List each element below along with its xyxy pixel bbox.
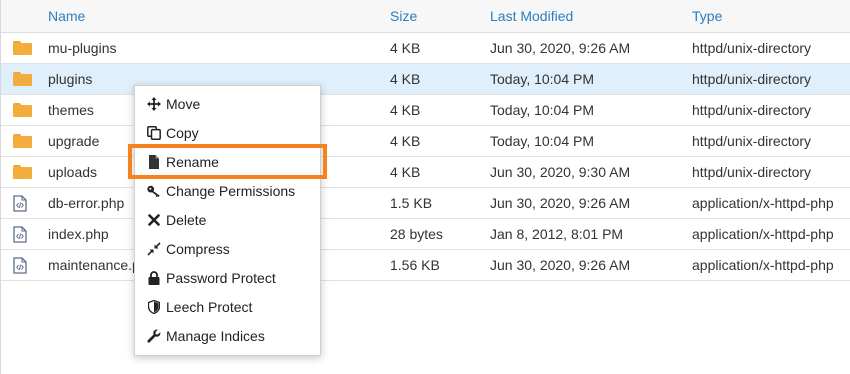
menu-item-change-permissions[interactable]: Change Permissions xyxy=(135,176,320,205)
file-size: 1.56 KB xyxy=(390,257,440,273)
column-header-size[interactable]: Size xyxy=(390,0,417,32)
table-row[interactable]: uploads 4 KB Jun 30, 2020, 9:30 AM httpd… xyxy=(1,157,850,188)
folder-icon xyxy=(13,126,35,156)
file-icon xyxy=(147,154,161,169)
table-row[interactable]: db-error.php 1.5 KB Jun 30, 2020, 9:26 A… xyxy=(1,188,850,219)
file-name[interactable]: db-error.php xyxy=(48,188,124,218)
column-header-type[interactable]: Type xyxy=(692,0,722,32)
menu-item-move[interactable]: Move xyxy=(135,89,320,118)
menu-item-label: Delete xyxy=(166,211,207,228)
menu-item-label: Password Protect xyxy=(166,269,276,286)
file-type: httpd/unix-directory xyxy=(692,164,812,180)
file-modified: Jun 30, 2020, 9:30 AM xyxy=(490,164,631,180)
menu-item-label: Change Permissions xyxy=(166,182,296,199)
file-name[interactable]: themes xyxy=(48,95,94,125)
x-icon xyxy=(147,213,161,227)
menu-item-password-protect[interactable]: Password Protect xyxy=(135,263,320,292)
table-row[interactable]: themes 4 KB Today, 10:04 PM httpd/unix-d… xyxy=(1,95,850,126)
file-type: application/x-httpd-php xyxy=(692,226,834,242)
table-row[interactable]: index.php 28 bytes Jan 8, 2012, 8:01 PM … xyxy=(1,219,850,250)
file-name[interactable]: maintenance.p xyxy=(48,250,140,280)
column-header-last-modified[interactable]: Last Modified xyxy=(490,0,573,32)
column-header-name[interactable]: Name xyxy=(48,0,85,32)
table-row[interactable]: maintenance.p 1.56 KB Jun 30, 2020, 9:26… xyxy=(1,250,850,281)
menu-item-copy[interactable]: Copy xyxy=(135,118,320,147)
folder-icon xyxy=(13,95,35,125)
file-table: Name Size Last Modified Type mu-plugins … xyxy=(0,0,850,374)
file-modified: Jun 30, 2020, 9:26 AM xyxy=(490,257,631,273)
file-type: application/x-httpd-php xyxy=(692,195,834,211)
file-size: 4 KB xyxy=(390,102,421,118)
file-name[interactable]: upgrade xyxy=(48,126,99,156)
shield-icon xyxy=(147,299,161,314)
menu-item-label: Rename xyxy=(166,153,219,170)
file-name[interactable]: plugins xyxy=(48,64,92,94)
php-file-icon xyxy=(13,188,35,218)
table-row[interactable]: mu-plugins 4 KB Jun 30, 2020, 9:26 AM ht… xyxy=(1,33,850,64)
file-type: application/x-httpd-php xyxy=(692,257,834,273)
menu-item-label: Manage Indices xyxy=(166,327,265,344)
file-size: 28 bytes xyxy=(390,226,443,242)
file-type: httpd/unix-directory xyxy=(692,133,812,149)
file-name[interactable]: uploads xyxy=(48,157,97,187)
menu-item-leech-protect[interactable]: Leech Protect xyxy=(135,292,320,321)
file-modified: Jun 30, 2020, 9:26 AM xyxy=(490,195,631,211)
folder-icon xyxy=(13,64,35,94)
table-row-selected[interactable]: plugins 4 KB Today, 10:04 PM httpd/unix-… xyxy=(1,64,850,95)
file-modified: Today, 10:04 PM xyxy=(490,133,595,149)
file-modified: Today, 10:04 PM xyxy=(490,71,595,87)
compress-icon xyxy=(147,241,161,256)
file-type: httpd/unix-directory xyxy=(692,40,812,56)
menu-item-rename[interactable]: Rename xyxy=(128,144,327,179)
file-size: 4 KB xyxy=(390,71,421,87)
folder-icon xyxy=(13,157,35,187)
menu-item-compress[interactable]: Compress xyxy=(135,234,320,263)
move-icon xyxy=(147,96,161,111)
menu-item-label: Compress xyxy=(166,240,230,257)
menu-item-label: Move xyxy=(166,95,201,112)
menu-item-label: Copy xyxy=(166,124,199,141)
menu-item-manage-indices[interactable]: Manage Indices xyxy=(135,321,320,350)
menu-item-delete[interactable]: Delete xyxy=(135,205,320,234)
menu-item-label: Leech Protect xyxy=(166,298,253,315)
file-size: 1.5 KB xyxy=(390,195,433,211)
file-size: 4 KB xyxy=(390,133,421,149)
folder-icon xyxy=(13,33,35,63)
file-modified: Jan 8, 2012, 8:01 PM xyxy=(490,226,624,242)
php-file-icon xyxy=(13,250,35,280)
file-type: httpd/unix-directory xyxy=(692,102,812,118)
copy-icon xyxy=(147,125,161,140)
file-modified: Jun 30, 2020, 9:26 AM xyxy=(490,40,631,56)
wrench-icon xyxy=(147,329,161,343)
file-name[interactable]: mu-plugins xyxy=(48,33,116,63)
table-header: Name Size Last Modified Type xyxy=(1,0,850,33)
context-menu: Move Copy Rename Change Permissions Dele… xyxy=(128,85,327,356)
file-size: 4 KB xyxy=(390,164,421,180)
file-modified: Today, 10:04 PM xyxy=(490,102,595,118)
table-row[interactable]: upgrade 4 KB Today, 10:04 PM httpd/unix-… xyxy=(1,126,850,157)
php-file-icon xyxy=(13,219,35,249)
file-size: 4 KB xyxy=(390,40,421,56)
file-name[interactable]: index.php xyxy=(48,219,109,249)
key-icon xyxy=(147,184,161,198)
lock-icon xyxy=(147,270,161,285)
file-type: httpd/unix-directory xyxy=(692,71,812,87)
